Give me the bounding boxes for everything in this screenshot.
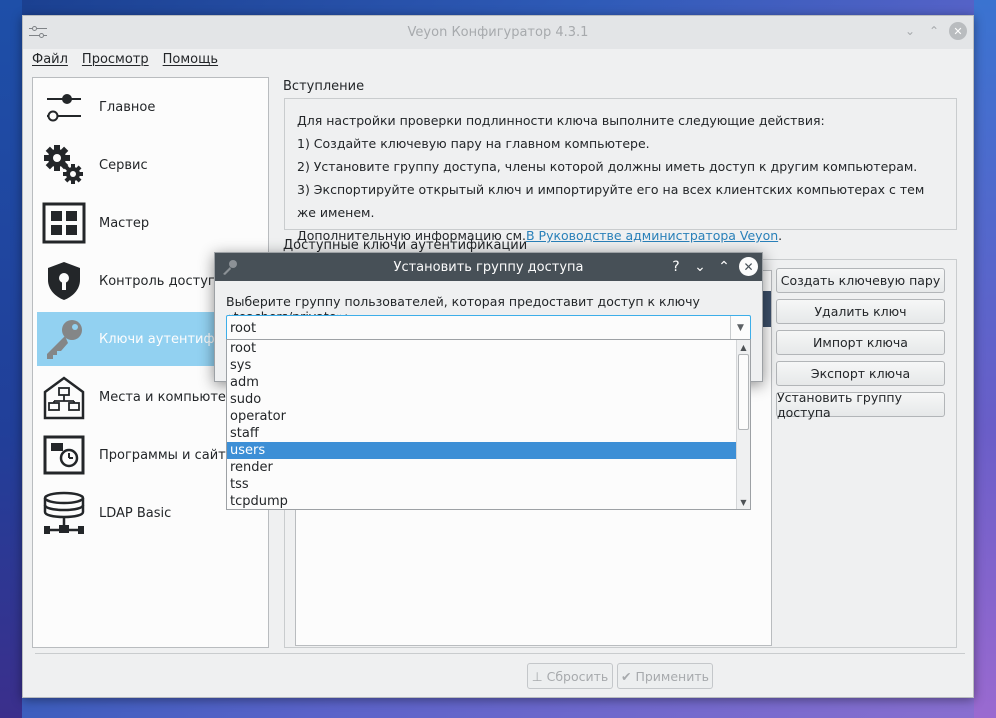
menu-file[interactable]: Файл <box>32 52 68 67</box>
delete-key-button[interactable]: Удалить ключ <box>776 299 945 324</box>
window-title: Veyon Конфигуратор 4.3.1 <box>407 25 589 40</box>
set-access-group-button[interactable]: Установить группу доступа <box>776 390 945 420</box>
app-sliders-icon[interactable] <box>29 24 47 40</box>
sidebar-item-label: Программы и сайты <box>99 447 237 463</box>
scroll-down-icon[interactable]: ▼ <box>737 496 750 508</box>
group-option[interactable]: tss <box>227 476 737 493</box>
group-option[interactable]: adm <box>227 374 737 391</box>
dialog-minimize-button[interactable]: ⌄ <box>691 258 709 276</box>
grid-icon <box>41 200 87 246</box>
intro-more-suffix: . <box>778 228 783 243</box>
desktop-wallpaper-left <box>0 0 22 718</box>
group-dropdown-list: root sys adm sudo operator staff users r… <box>226 339 751 510</box>
key-icon <box>223 260 237 275</box>
minimize-button[interactable]: ⌄ <box>901 22 919 40</box>
help-button[interactable]: ? <box>667 258 685 276</box>
import-key-button[interactable]: Импорт ключа <box>776 330 945 355</box>
group-option[interactable]: staff <box>227 425 737 442</box>
sidebar-item-label: Мастер <box>99 215 150 231</box>
group-option-highlighted[interactable]: users <box>227 442 737 459</box>
group-option[interactable]: sys <box>227 357 737 374</box>
menu-bar: Файл Просмотр Помощь <box>23 49 973 69</box>
apply-label: Применить <box>635 668 709 684</box>
desktop-wallpaper-right <box>974 0 996 718</box>
sidebar-item-label: Главное <box>99 99 156 115</box>
intro-line: 1) Создайте ключевую пару на главном ком… <box>297 136 650 151</box>
dialog-titlebar[interactable]: Установить группу доступа ? ⌄ ⌃ ✕ <box>215 253 762 281</box>
maximize-button[interactable]: ⌃ <box>925 22 943 40</box>
reset-icon: ⊥ <box>531 668 543 684</box>
scroll-up-icon[interactable]: ▲ <box>737 341 750 353</box>
group-option[interactable]: tcpdump <box>227 493 737 510</box>
group-option[interactable]: root <box>227 340 737 357</box>
sidebar-item-master[interactable]: Мастер <box>37 196 265 250</box>
intro-line: Для настройки проверки подлинности ключа… <box>297 113 825 128</box>
gears-icon <box>41 142 87 188</box>
key-icon <box>41 316 87 362</box>
intro-box: Для настройки проверки подлинности ключа… <box>284 98 957 243</box>
sidebar-item-label: Сервис <box>99 157 148 173</box>
scrollbar-thumb[interactable] <box>738 354 749 430</box>
sidebar-item-general[interactable]: Главное <box>37 80 265 134</box>
group-option[interactable]: operator <box>227 408 737 425</box>
reset-button[interactable]: ⊥ Сбросить <box>527 663 613 689</box>
dialog-close-button[interactable]: ✕ <box>739 257 758 276</box>
database-network-icon <box>41 490 87 536</box>
menu-help[interactable]: Помощь <box>163 52 218 67</box>
sliders-icon <box>41 84 87 130</box>
dialog-maximize-button[interactable]: ⌃ <box>715 258 733 276</box>
intro-section-title: Вступление <box>283 79 365 94</box>
reset-label: Сбросить <box>546 668 609 684</box>
shield-lock-icon <box>41 258 87 304</box>
house-network-icon <box>41 374 87 420</box>
intro-line: 3) Экспортируйте открытый ключ и импорти… <box>297 182 925 220</box>
export-key-button[interactable]: Экспорт ключа <box>776 361 945 386</box>
footer-divider <box>35 653 965 654</box>
sidebar-item-label: Контроль доступа <box>99 273 225 289</box>
sidebar-item-label: Места и компьютеры <box>99 389 245 405</box>
group-option[interactable]: render <box>227 459 737 476</box>
create-keypair-button[interactable]: Создать ключевую пару <box>776 268 945 293</box>
intro-line: 2) Установите группу доступа, члены кото… <box>297 159 918 174</box>
group-select-value: root <box>230 320 257 336</box>
menu-view[interactable]: Просмотр <box>82 52 149 67</box>
apply-button[interactable]: ✔ Применить <box>617 663 713 689</box>
group-option[interactable]: sudo <box>227 391 737 408</box>
admin-manual-link[interactable]: В Руководстве администратора Veyon <box>526 228 778 243</box>
dialog-title: Установить группу доступа <box>393 259 584 275</box>
window-titlebar[interactable]: Veyon Конфигуратор 4.3.1 ⌄ ⌃ ✕ <box>23 16 973 49</box>
keys-section-title: Доступные ключи аутентификации <box>283 238 528 253</box>
dropdown-scrollbar[interactable]: ▲ ▼ <box>736 340 750 509</box>
group-select[interactable]: root ▼ <box>226 315 751 341</box>
checkmark-icon: ✔ <box>620 668 632 684</box>
sidebar-item-service[interactable]: Сервис <box>37 138 265 192</box>
close-button[interactable]: ✕ <box>949 22 967 40</box>
chevron-down-icon[interactable]: ▼ <box>730 316 750 340</box>
sidebar-item-label: LDAP Basic <box>99 505 172 521</box>
monitor-clock-icon <box>41 432 87 478</box>
